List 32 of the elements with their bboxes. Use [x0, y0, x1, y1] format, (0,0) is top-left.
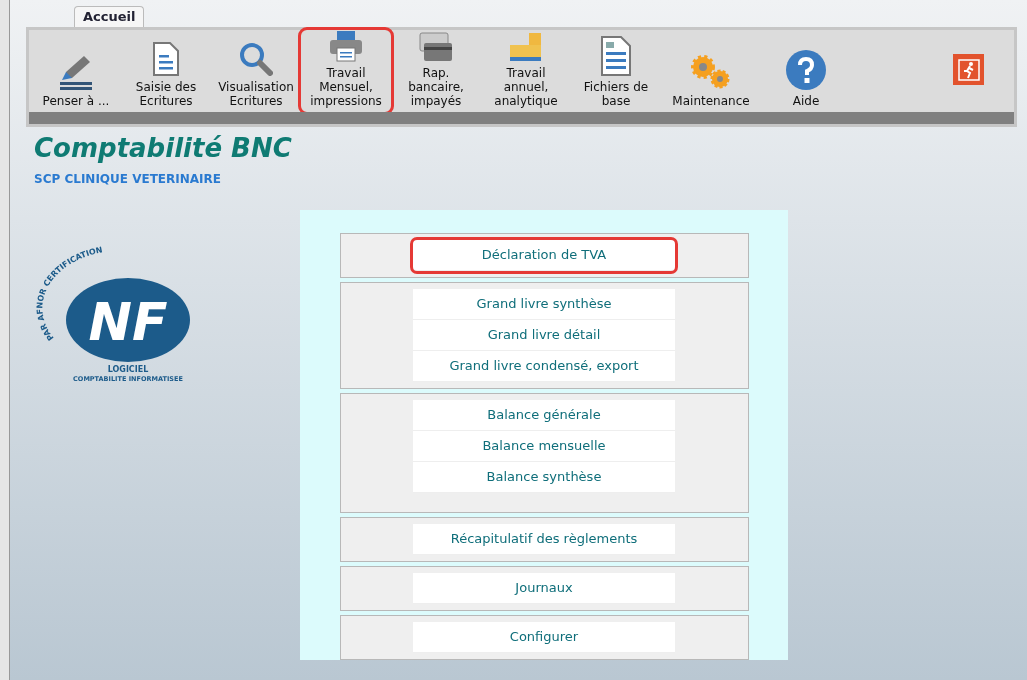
toolbar-button[interactable]: Rap. bancaire, impayés — [391, 30, 481, 112]
printer-icon — [329, 30, 363, 62]
menu-item[interactable]: Journaux — [413, 573, 675, 604]
toolbar-button[interactable]: Visualisation Ecritures — [211, 30, 301, 112]
menu-item[interactable]: Balance générale — [413, 400, 675, 431]
toolbar-button[interactable]: Penser à ... — [31, 30, 121, 112]
menu-item[interactable]: Grand livre détail — [413, 320, 675, 351]
boxes-icon — [509, 32, 543, 62]
toolbar-button[interactable]: Saisie des Ecritures — [121, 30, 211, 112]
toolbar-button[interactable]: Fichiers de base — [571, 30, 661, 112]
menu-item[interactable]: Grand livre synthèse — [413, 289, 675, 320]
company-name: SCP CLINIQUE VETERINAIRE — [34, 171, 221, 188]
menu-item[interactable]: Balance mensuelle — [413, 431, 675, 462]
gears-icon — [690, 54, 732, 90]
tab[interactable]: Accueil — [74, 6, 145, 27]
menu-item[interactable]: Déclaration de TVA — [413, 240, 675, 271]
toolbar-button[interactable]: Maintenance — [661, 30, 761, 112]
search-icon — [239, 42, 273, 76]
toolbar-button[interactable]: Travail annuel, analytique — [481, 30, 571, 112]
menu-item[interactable]: Balance synthèse — [413, 462, 675, 493]
document-icon — [601, 36, 631, 76]
exit-button[interactable] — [953, 54, 984, 85]
menu-item[interactable]: Récapitulatif des règlements — [413, 524, 675, 555]
cards-icon — [419, 32, 453, 62]
running-figure-icon — [957, 58, 980, 81]
help-icon — [786, 50, 826, 90]
menu-item[interactable]: Configurer — [413, 622, 675, 653]
app-title: Comptabilité BNC — [34, 132, 292, 164]
document-icon — [153, 42, 179, 76]
toolbar-button[interactable]: Aide — [761, 30, 851, 112]
toolbar-button[interactable]: Travail Mensuel, impressions — [301, 30, 391, 112]
menu-item[interactable]: Grand livre condensé, export — [413, 351, 675, 382]
